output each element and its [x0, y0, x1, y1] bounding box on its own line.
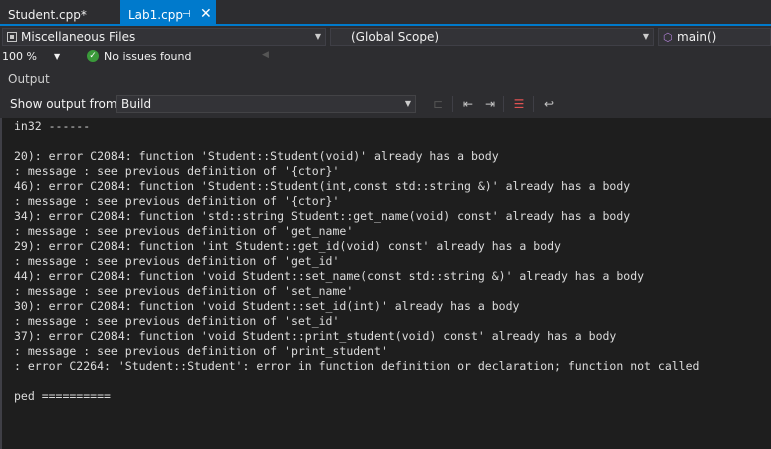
go-to-next-message-icon[interactable]: ⇥: [482, 95, 498, 113]
output-line: in32 ------: [14, 119, 91, 133]
close-icon[interactable]: ✕: [200, 0, 212, 29]
chevron-down-icon: ▼: [642, 32, 649, 41]
chevron-down-icon: ▼: [54, 52, 61, 61]
output-text-area[interactable]: in32 ------ 20): error C2084: function '…: [0, 118, 771, 449]
toolbar-separator: [452, 96, 453, 112]
output-line: : message : see previous definition of '…: [14, 164, 340, 178]
chevron-down-icon: ▼: [314, 32, 321, 41]
zoom-dropdown[interactable]: 100 % ▼: [2, 49, 64, 65]
output-pane-header: Output: [0, 66, 771, 90]
output-line: : error C2264: 'Student::Student': error…: [14, 359, 700, 373]
output-line: 20): error C2084: function 'Student::Stu…: [14, 149, 499, 163]
output-source-dropdown[interactable]: Build ▼: [116, 95, 416, 113]
tab-label: Student.cpp*: [8, 8, 87, 22]
editor-status-strip: 100 % ▼ ✓ No issues found ◀: [0, 48, 771, 66]
output-line: 46): error C2084: function 'Student::Stu…: [14, 179, 631, 193]
scroll-left-arrow-icon[interactable]: ◀: [262, 50, 269, 60]
toolbar-separator: [503, 96, 504, 112]
navigation-bar: Miscellaneous Files ▼ (Global Scope) ▼ ⬡…: [0, 26, 771, 49]
method-icon: ⬡: [663, 31, 673, 44]
output-line: : message : see previous definition of '…: [14, 314, 340, 328]
output-line: : message : see previous definition of '…: [14, 224, 354, 238]
output-toolbar: Show output from: Build ▼ ⊏ ⇤ ⇥ ☰ ↩: [0, 90, 771, 118]
tab-student-cpp[interactable]: Student.cpp*: [0, 0, 118, 24]
file-icon: [7, 32, 17, 42]
scope-dropdown-value: (Global Scope): [351, 30, 440, 44]
clear-all-icon[interactable]: ☰: [511, 95, 527, 113]
output-line: 34): error C2084: function 'std::string …: [14, 209, 631, 223]
output-line: 30): error C2084: function 'void Student…: [14, 299, 520, 313]
member-dropdown[interactable]: ⬡ main(): [658, 28, 771, 46]
tab-label: Lab1.cpp: [128, 8, 183, 22]
output-line: 37): error C2084: function 'void Student…: [14, 329, 617, 343]
output-line: : message : see previous definition of '…: [14, 254, 340, 268]
chevron-down-icon: ▼: [404, 99, 411, 108]
issues-status[interactable]: No issues found: [104, 49, 191, 65]
scope-dropdown[interactable]: (Global Scope) ▼: [330, 28, 654, 46]
member-dropdown-value: main(): [677, 30, 717, 44]
project-dropdown[interactable]: Miscellaneous Files ▼: [2, 28, 326, 46]
check-circle-icon: ✓: [87, 50, 99, 62]
toggle-word-wrap-icon[interactable]: ↩: [541, 95, 557, 113]
project-dropdown-value: Miscellaneous Files: [21, 30, 136, 44]
output-source-value: Build: [121, 97, 152, 111]
document-tab-bar: Student.cpp* Lab1.cpp ⊣ ✕: [0, 0, 771, 26]
show-output-from-label: Show output from:: [10, 97, 122, 111]
go-to-previous-message-icon[interactable]: ⇤: [460, 95, 476, 113]
output-line: ped ==========: [14, 389, 111, 403]
output-line: : message : see previous definition of '…: [14, 194, 340, 208]
tab-lab1-cpp[interactable]: Lab1.cpp ⊣ ✕: [120, 0, 216, 24]
output-pane-title: Output: [8, 72, 50, 86]
output-line: 44): error C2084: function 'void Student…: [14, 269, 645, 283]
toolbar-separator: [533, 96, 534, 112]
output-line: : message : see previous definition of '…: [14, 344, 388, 358]
output-line: : message : see previous definition of '…: [14, 284, 354, 298]
output-line: 29): error C2084: function 'int Student:…: [14, 239, 561, 253]
find-message-icon[interactable]: ⊏: [430, 95, 446, 113]
zoom-value: 100 %: [2, 50, 37, 63]
